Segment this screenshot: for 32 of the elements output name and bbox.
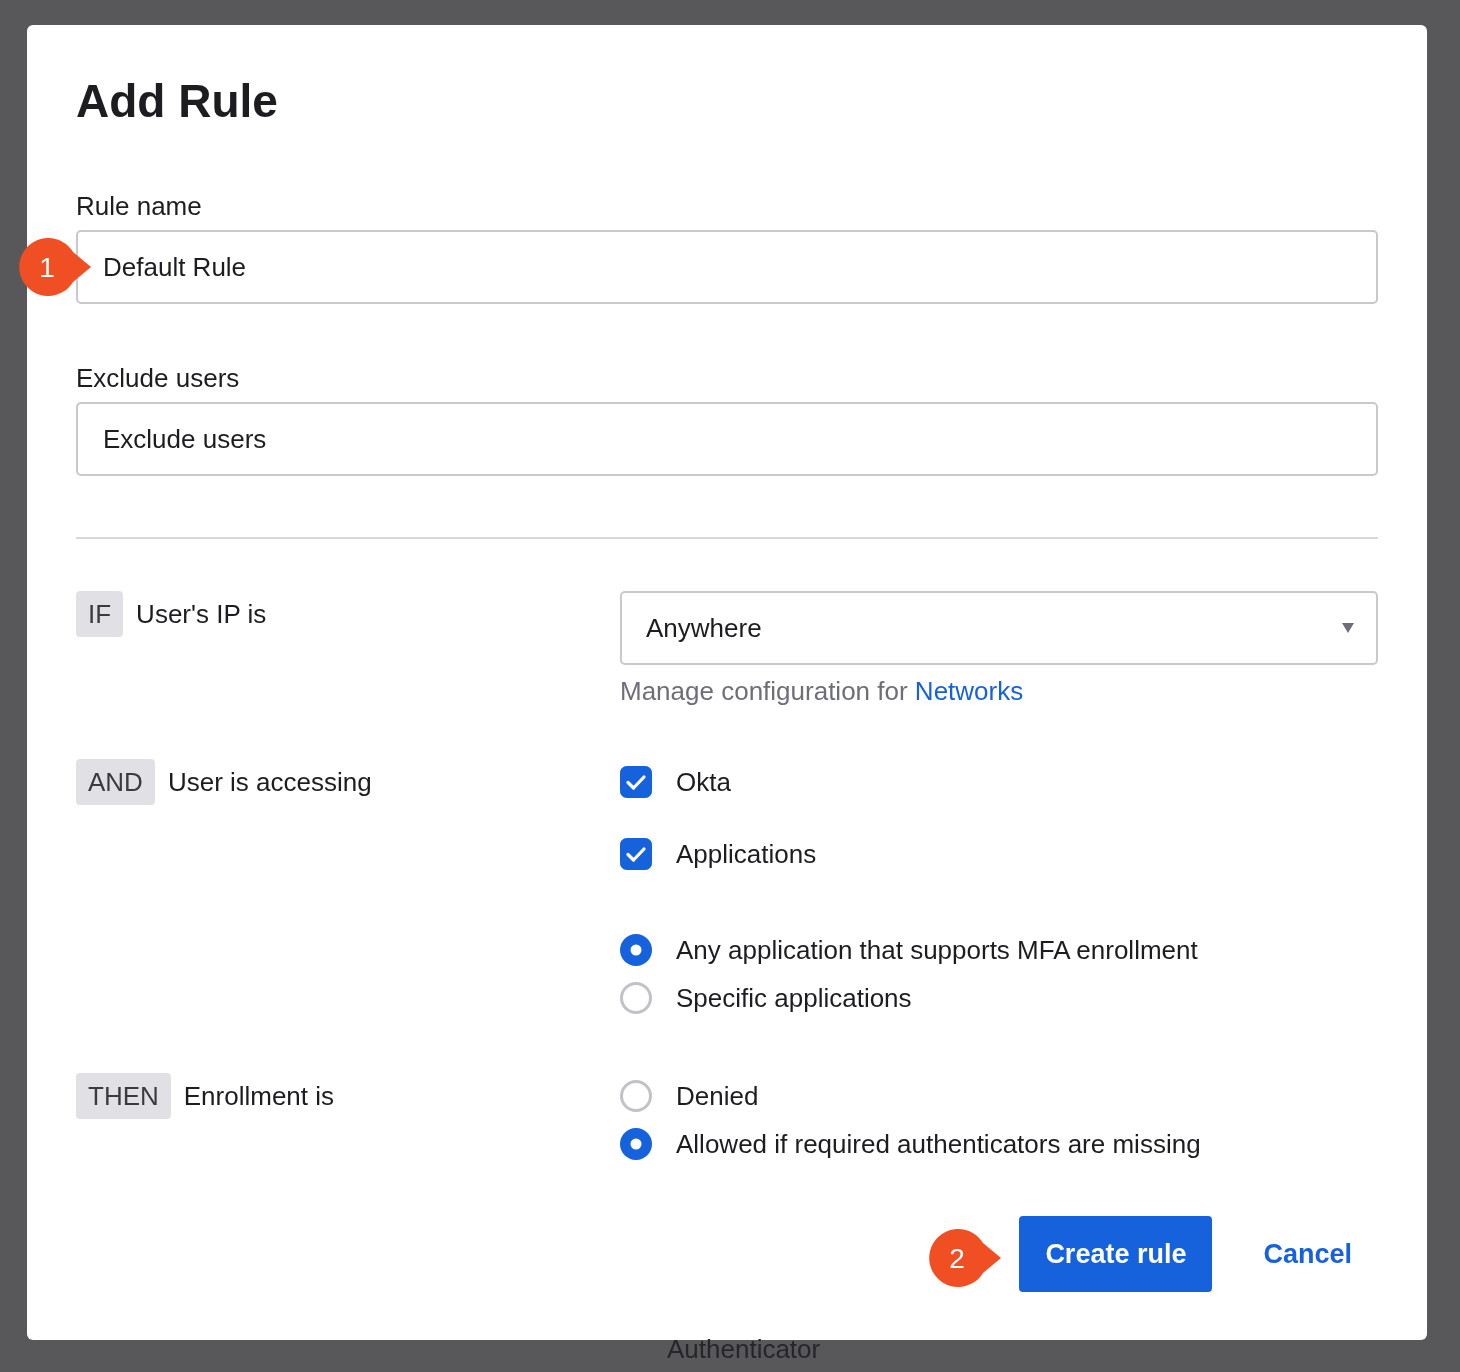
condition-keyword-badge: IF	[76, 591, 124, 637]
field-label: Exclude users	[76, 362, 241, 394]
checkbox[interactable]	[620, 766, 652, 798]
condition-label: Enrollment is	[183, 1080, 335, 1112]
checkbox[interactable]	[620, 838, 652, 870]
dialog-title: Add Rule	[76, 74, 279, 129]
radio-button[interactable]	[620, 934, 652, 966]
condition-keyword-badge: AND	[76, 759, 155, 805]
text-field[interactable]: Default Rule	[76, 230, 1378, 304]
caret-icon	[1342, 623, 1354, 633]
background-text: Authenticator	[666, 1334, 822, 1364]
callout-marker: 1	[19, 238, 91, 296]
condition-label: User is accessing	[167, 766, 372, 798]
cancel-button[interactable]: Cancel	[1237, 1216, 1378, 1292]
networks-link[interactable]: Networks	[914, 676, 1024, 706]
radio-label: Specific applications	[676, 982, 912, 1014]
callout-marker: 2	[929, 1229, 1002, 1287]
radio-label: Denied	[676, 1080, 759, 1112]
checkbox-label: Applications	[676, 838, 817, 870]
help-text: Manage configuration for Networks	[620, 675, 1025, 707]
condition-keyword-badge: THEN	[76, 1073, 171, 1119]
field-label: Rule name	[76, 190, 203, 222]
radio-label: Allowed if required authenticators are missing	[676, 1128, 1201, 1160]
dropdown-select[interactable]: Anywhere	[620, 591, 1378, 665]
checkbox-label: Okta	[676, 766, 731, 798]
radio-label: Any application that supports MFA enrollment	[676, 934, 1198, 966]
text-field[interactable]: Exclude users	[76, 402, 1378, 476]
radio-button[interactable]	[620, 1080, 652, 1112]
radio-button[interactable]	[620, 1128, 652, 1160]
create-rule-button[interactable]: Create rule	[1019, 1216, 1213, 1292]
radio-button[interactable]	[620, 982, 652, 1014]
condition-label: User's IP is	[136, 598, 267, 630]
